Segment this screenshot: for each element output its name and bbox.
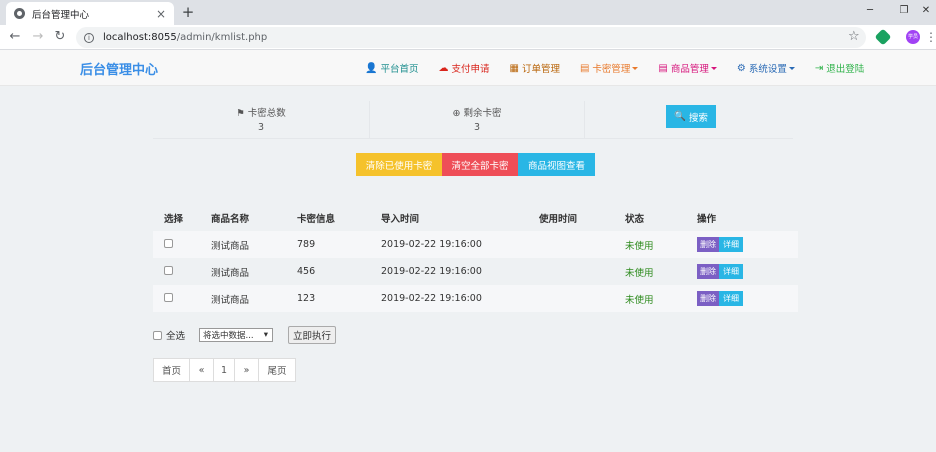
- back-icon[interactable]: ←: [7, 29, 23, 45]
- forward-icon[interactable]: →: [30, 29, 46, 45]
- reload-icon[interactable]: ↻: [52, 29, 68, 45]
- page-first[interactable]: 首页: [154, 359, 190, 381]
- col-use-time: 使用时间: [539, 214, 578, 225]
- col-import-time: 导入时间: [381, 214, 420, 225]
- stat-remaining: ⊕ 剩余卡密 3: [369, 101, 585, 139]
- restore-icon[interactable]: ❐: [894, 2, 914, 20]
- detail-button[interactable]: 详细: [719, 237, 743, 252]
- action-bar: 清除已使用卡密 清空全部卡密 商品视图查看: [356, 153, 595, 176]
- cell-status: 未使用: [625, 267, 654, 279]
- execute-button[interactable]: 立即执行: [288, 326, 337, 344]
- logout-icon: ⇥: [814, 62, 824, 74]
- browser-tab[interactable]: 后台管理中心 ×: [6, 2, 174, 25]
- col-product: 商品名称: [211, 214, 250, 225]
- delete-button[interactable]: 删除: [697, 291, 719, 306]
- extension-tag-icon[interactable]: [874, 28, 892, 46]
- bulk-actions: 全选 将选中数据... ▾ 立即执行: [153, 326, 337, 344]
- nav-menu: 👤 平台首页 ☁ 支付申请 ▦ 订单管理 ▤ 卡密管理 ▤ 商品管理 ⚙ 系统设置 ⇥ 退出登…: [365, 50, 884, 86]
- col-select: 选择: [164, 214, 184, 225]
- nav-home[interactable]: 👤 平台首页: [365, 61, 418, 76]
- cell-product: 测试商品: [211, 294, 250, 306]
- page-current[interactable]: 1: [214, 359, 235, 381]
- page-next[interactable]: »: [235, 359, 259, 381]
- search-button[interactable]: 🔍 搜索: [666, 105, 716, 128]
- user-icon: 👤: [365, 62, 378, 74]
- cell-card: 456: [297, 266, 316, 277]
- nav-settings[interactable]: ⚙ 系统设置: [737, 61, 795, 75]
- clear-used-button[interactable]: 清除已使用卡密: [356, 153, 442, 176]
- cloud-icon: ☁: [438, 62, 449, 74]
- stat-remaining-value: 3: [473, 122, 481, 133]
- browser-tab-strip: 后台管理中心 × + ─ ❐ ✕: [0, 0, 936, 25]
- detail-button[interactable]: 详细: [719, 291, 743, 306]
- detail-button[interactable]: 详细: [719, 264, 743, 279]
- row-checkbox[interactable]: [164, 265, 173, 275]
- delete-button[interactable]: 删除: [697, 237, 719, 252]
- nav-logout[interactable]: ⇥ 退出登陆: [814, 61, 864, 76]
- cell-card: 123: [297, 293, 316, 304]
- flag-icon: ⚑: [236, 108, 245, 119]
- chevron-down-icon: [788, 66, 795, 70]
- search-icon: 🔍: [674, 111, 686, 122]
- plus-circle-icon: ⊕: [452, 108, 461, 119]
- bookmark-star-icon[interactable]: ☆: [848, 29, 860, 45]
- delete-button[interactable]: 删除: [697, 264, 719, 279]
- clear-all-button[interactable]: 清空全部卡密: [442, 153, 518, 176]
- nav-products[interactable]: ▤ 商品管理: [658, 61, 717, 75]
- page-prev[interactable]: «: [190, 359, 214, 381]
- cell-product: 测试商品: [211, 240, 250, 252]
- cell-product: 测试商品: [211, 267, 250, 279]
- cell-status: 未使用: [625, 240, 654, 252]
- table-row: 测试商品 789 2019-02-22 19:16:00 未使用 删除 详细: [153, 231, 798, 258]
- gear-icon: ⚙: [736, 62, 746, 74]
- card-table: 选择 商品名称 卡密信息 导入时间 使用时间 状态 操作 测试商品 789 20…: [153, 205, 798, 312]
- cell-card: 789: [297, 239, 316, 250]
- page-last[interactable]: 尾页: [259, 359, 295, 381]
- close-window-icon[interactable]: ✕: [916, 2, 936, 20]
- table-row: 测试商品 123 2019-02-22 19:16:00 未使用 删除 详细: [153, 285, 798, 312]
- nav-cards[interactable]: ▤ 卡密管理: [579, 61, 639, 75]
- col-card: 卡密信息: [297, 214, 336, 225]
- chevron-down-icon: [632, 66, 639, 70]
- list-icon: ▤: [579, 62, 590, 74]
- col-actions: 操作: [697, 214, 717, 225]
- globe-icon: [14, 8, 25, 19]
- minimize-icon[interactable]: ─: [860, 2, 880, 20]
- list-icon: ▤: [658, 62, 668, 74]
- table-row: 测试商品 456 2019-02-22 19:16:00 未使用 删除 详细: [153, 258, 798, 285]
- row-checkbox[interactable]: [164, 292, 173, 302]
- address-bar[interactable]: i localhost:8055/admin/kmlist.php: [76, 27, 866, 48]
- cell-import-time: 2019-02-22 19:16:00: [381, 239, 482, 250]
- pagination: 首页 « 1 » 尾页: [153, 358, 296, 382]
- new-tab-icon[interactable]: +: [180, 4, 196, 20]
- select-all-checkbox[interactable]: [153, 330, 162, 340]
- cell-import-time: 2019-02-22 19:16:00: [381, 266, 482, 277]
- brand-title[interactable]: 后台管理中心: [80, 59, 158, 78]
- view-product-button[interactable]: 商品视图查看: [518, 153, 595, 176]
- info-icon[interactable]: i: [84, 32, 94, 43]
- url-text: localhost:8055/admin/kmlist.php: [103, 32, 268, 43]
- app-navbar: 后台管理中心 👤 平台首页 ☁ 支付申请 ▦ 订单管理 ▤ 卡密管理 ▤ 商品管理 ⚙ 系统…: [0, 50, 936, 86]
- stat-total: ⚑ 卡密总数 3: [153, 101, 369, 139]
- browser-toolbar: ← → ↻ i localhost:8055/admin/kmlist.php …: [0, 25, 936, 50]
- row-checkbox[interactable]: [164, 238, 173, 248]
- col-status: 状态: [625, 214, 645, 225]
- cell-status: 未使用: [625, 294, 654, 306]
- nav-orders[interactable]: ▦ 订单管理: [509, 61, 559, 76]
- nav-payment[interactable]: ☁ 支付申请: [438, 61, 489, 76]
- tab-close-icon[interactable]: ×: [154, 7, 168, 21]
- chevron-down-icon: [710, 66, 717, 70]
- dropdown-arrow-icon: ▾: [263, 330, 269, 340]
- table-header: 选择 商品名称 卡密信息 导入时间 使用时间 状态 操作: [153, 205, 798, 231]
- cell-import-time: 2019-02-22 19:16:00: [381, 293, 482, 304]
- browser-menu-icon[interactable]: ⋮: [925, 29, 936, 45]
- select-all-label: 全选: [166, 331, 186, 342]
- tab-title: 后台管理中心: [32, 9, 90, 21]
- stat-total-value: 3: [257, 122, 265, 133]
- bulk-action-select[interactable]: 将选中数据... ▾: [199, 328, 274, 342]
- calendar-icon: ▦: [509, 62, 519, 74]
- profile-avatar[interactable]: 学员: [906, 30, 920, 44]
